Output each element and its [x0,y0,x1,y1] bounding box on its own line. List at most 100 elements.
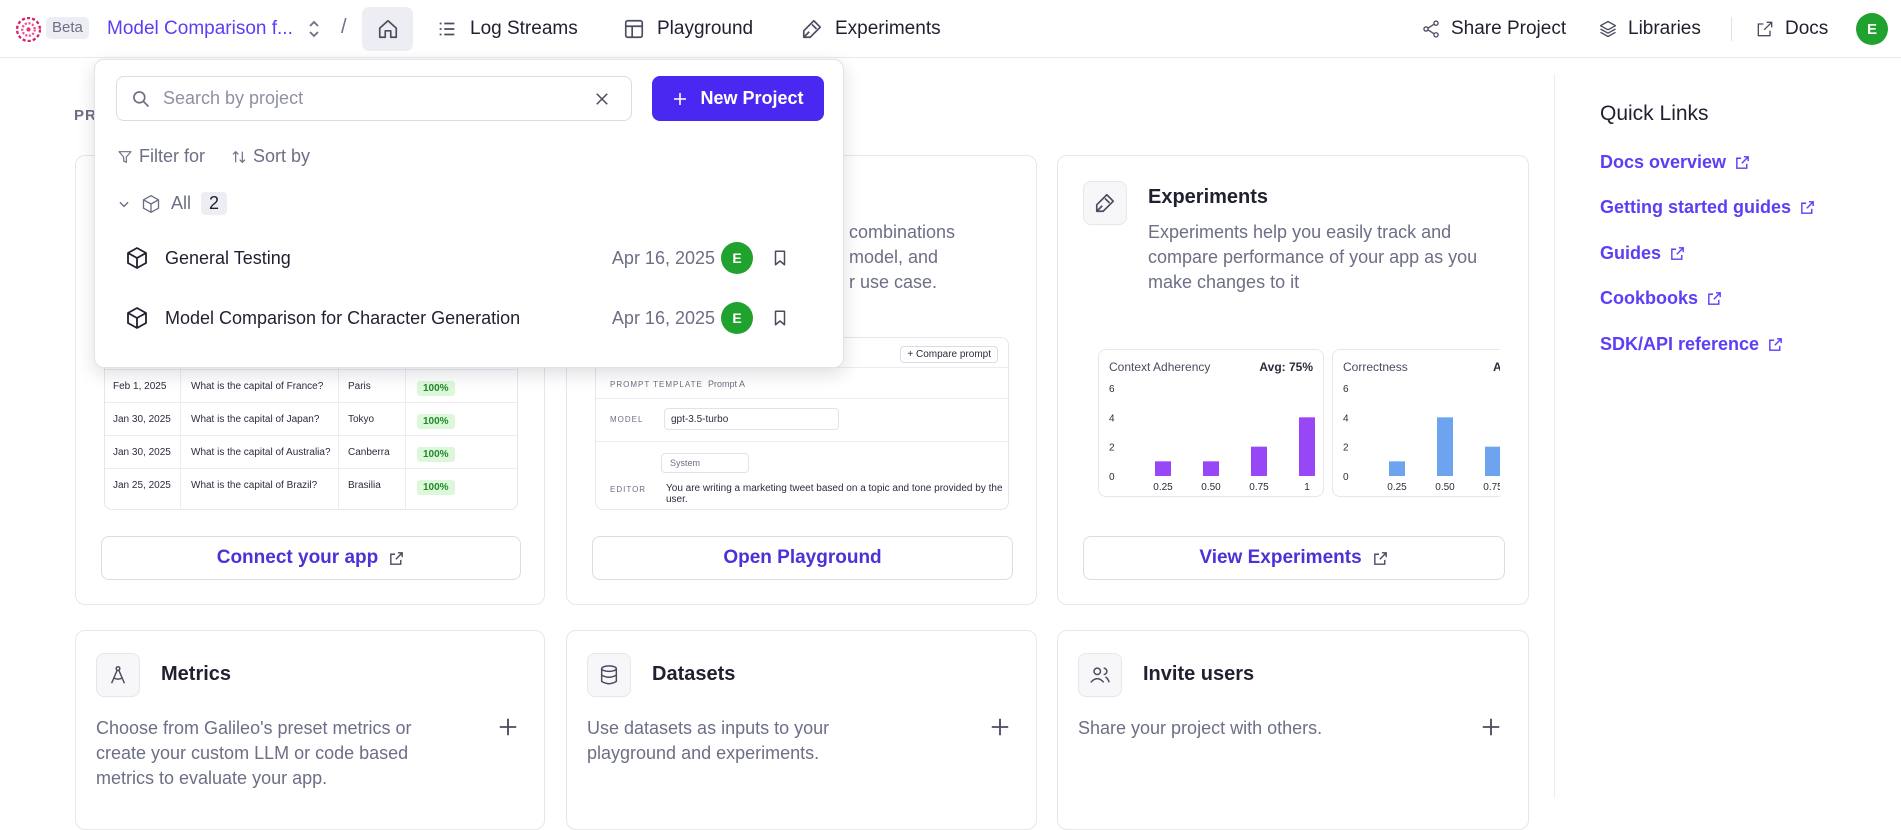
bar [1299,417,1315,476]
metrics-title: Metrics [161,663,232,685]
y-tick-label: 6 [1109,384,1115,395]
link-sdk-api-reference[interactable]: SDK/API reference [1600,334,1784,355]
layers-icon [1599,20,1617,38]
y-tick-label: 2 [1109,443,1115,454]
cube-icon [127,247,147,269]
new-project-button[interactable]: New Project [652,76,824,121]
bookmark-icon[interactable] [771,308,789,328]
bar [1389,461,1405,476]
quick-links-title: Quick Links [1600,102,1709,125]
external-link-icon [1708,292,1721,305]
link-docs-overview[interactable]: Docs overview [1600,152,1751,173]
share-project-button[interactable]: Share Project [1421,14,1566,44]
y-tick-label: 4 [1109,413,1115,424]
list-icon [439,22,455,36]
breadcrumb-separator: / [341,16,347,38]
bar [1251,446,1267,476]
x-tick-label: 0.50 [1435,482,1455,493]
project-row[interactable]: Model Comparison for Character Generatio… [125,298,825,338]
nav-log-streams[interactable]: Log Streams [436,14,578,44]
cube-icon [127,307,147,329]
search-icon [133,90,150,107]
database-icon [600,665,618,685]
beta-badge: Beta [46,17,89,39]
chevron-down-icon [119,201,129,207]
project-dropdown: New Project Filter for Sort by All 2 Gen… [94,59,844,368]
connect-app-button[interactable]: Connect your app [101,536,521,580]
bookmark-icon[interactable] [771,248,789,268]
invite-user-button[interactable] [1480,716,1502,738]
project-selector[interactable]: Model Comparison f... [107,14,321,44]
add-metric-button[interactable] [497,716,519,738]
experiments-card-icon [1083,181,1127,225]
table-row: Jan 30, 2025 What is the capital of Aust… [105,435,517,468]
bar [1203,461,1219,476]
log-preview-table: Feb 1, 2025 What is the capital of Franc… [104,356,518,510]
x-tick-label: 1 [1304,482,1310,493]
compass-icon [110,666,126,684]
plus-icon [674,92,687,105]
clear-search-icon[interactable] [593,90,611,108]
role-select: System [661,453,749,473]
project-date: Apr 16, 2025 [611,247,715,268]
sort-icon [232,150,246,163]
y-tick-label: 6 [1343,384,1349,395]
x-tick-label: 0.25 [1387,482,1407,493]
project-count: 2 [201,192,228,215]
view-experiments-button[interactable]: View Experiments [1083,536,1505,580]
search-input[interactable] [163,88,583,109]
bar [1437,417,1453,476]
project-row[interactable]: General Testing Apr 16, 2025 E [125,238,825,278]
table-row: Feb 1, 2025 What is the capital of Franc… [105,369,517,402]
owner-avatar: E [721,302,753,334]
x-tick-label: 0.25 [1153,482,1173,493]
filter-button[interactable]: Filter for [117,146,205,167]
external-link-icon [1373,551,1387,565]
galileo-logo-icon[interactable] [16,17,41,42]
external-link-icon [1671,247,1684,260]
bar-chart: 6 4 2 0 0.25 0.50 0.75 1 [1109,384,1315,493]
link-getting-started[interactable]: Getting started guides [1600,197,1816,218]
user-avatar[interactable]: E [1856,13,1888,45]
docs-link[interactable]: Docs [1755,14,1828,44]
invite-title: Invite users [1143,663,1255,685]
owner-avatar: E [721,242,753,274]
all-projects-group[interactable]: All 2 [117,192,228,215]
home-icon [378,19,397,39]
link-cookbooks[interactable]: Cookbooks [1600,288,1723,309]
playground-desc: combinations model, and r use case. [849,222,956,292]
card-metrics: Metrics Choose from Galileo's preset met… [75,630,545,830]
experiments-desc: Experiments help you easily track and co… [1148,222,1478,292]
metrics-desc: Choose from Galileo's preset metrics or … [96,718,412,788]
cube-icon [142,194,160,213]
y-tick-label: 0 [1109,472,1115,483]
nav-experiments[interactable]: Experiments [801,14,941,44]
card-datasets: Datasets Use datasets as inputs to your … [566,630,1037,830]
bar [1155,461,1171,476]
table-row: Jan 30, 2025 What is the capital of Japa… [105,402,517,435]
libraries-button[interactable]: Libraries [1598,14,1701,44]
link-guides[interactable]: Guides [1600,243,1686,264]
chevron-up-down-icon [309,20,319,38]
model-select: gpt-3.5-turbo [664,408,839,430]
filter-icon [118,150,132,163]
open-playground-button[interactable]: Open Playground [592,536,1013,580]
layout-icon [624,19,644,39]
external-link-icon [1769,338,1782,351]
datasets-desc: Use datasets as inputs to your playgroun… [587,718,830,763]
metrics-card-icon [96,653,140,697]
home-button[interactable] [362,7,413,51]
bar [1485,446,1500,476]
y-tick-label: 2 [1343,443,1349,454]
chart-correctness: Correctness A 64200.250.500.75 [1332,349,1500,497]
flask-icon [802,19,822,39]
external-link-icon [1801,201,1814,214]
sort-button[interactable]: Sort by [231,146,310,167]
add-dataset-button[interactable] [989,716,1011,738]
nav-playground[interactable]: Playground [623,14,753,44]
x-tick-label: 0.75 [1249,482,1269,493]
external-link-icon [1736,156,1749,169]
x-tick-label: 0.75 [1483,482,1500,493]
card-invite-users: Invite users Share your project with oth… [1057,630,1529,830]
project-search [116,76,632,121]
